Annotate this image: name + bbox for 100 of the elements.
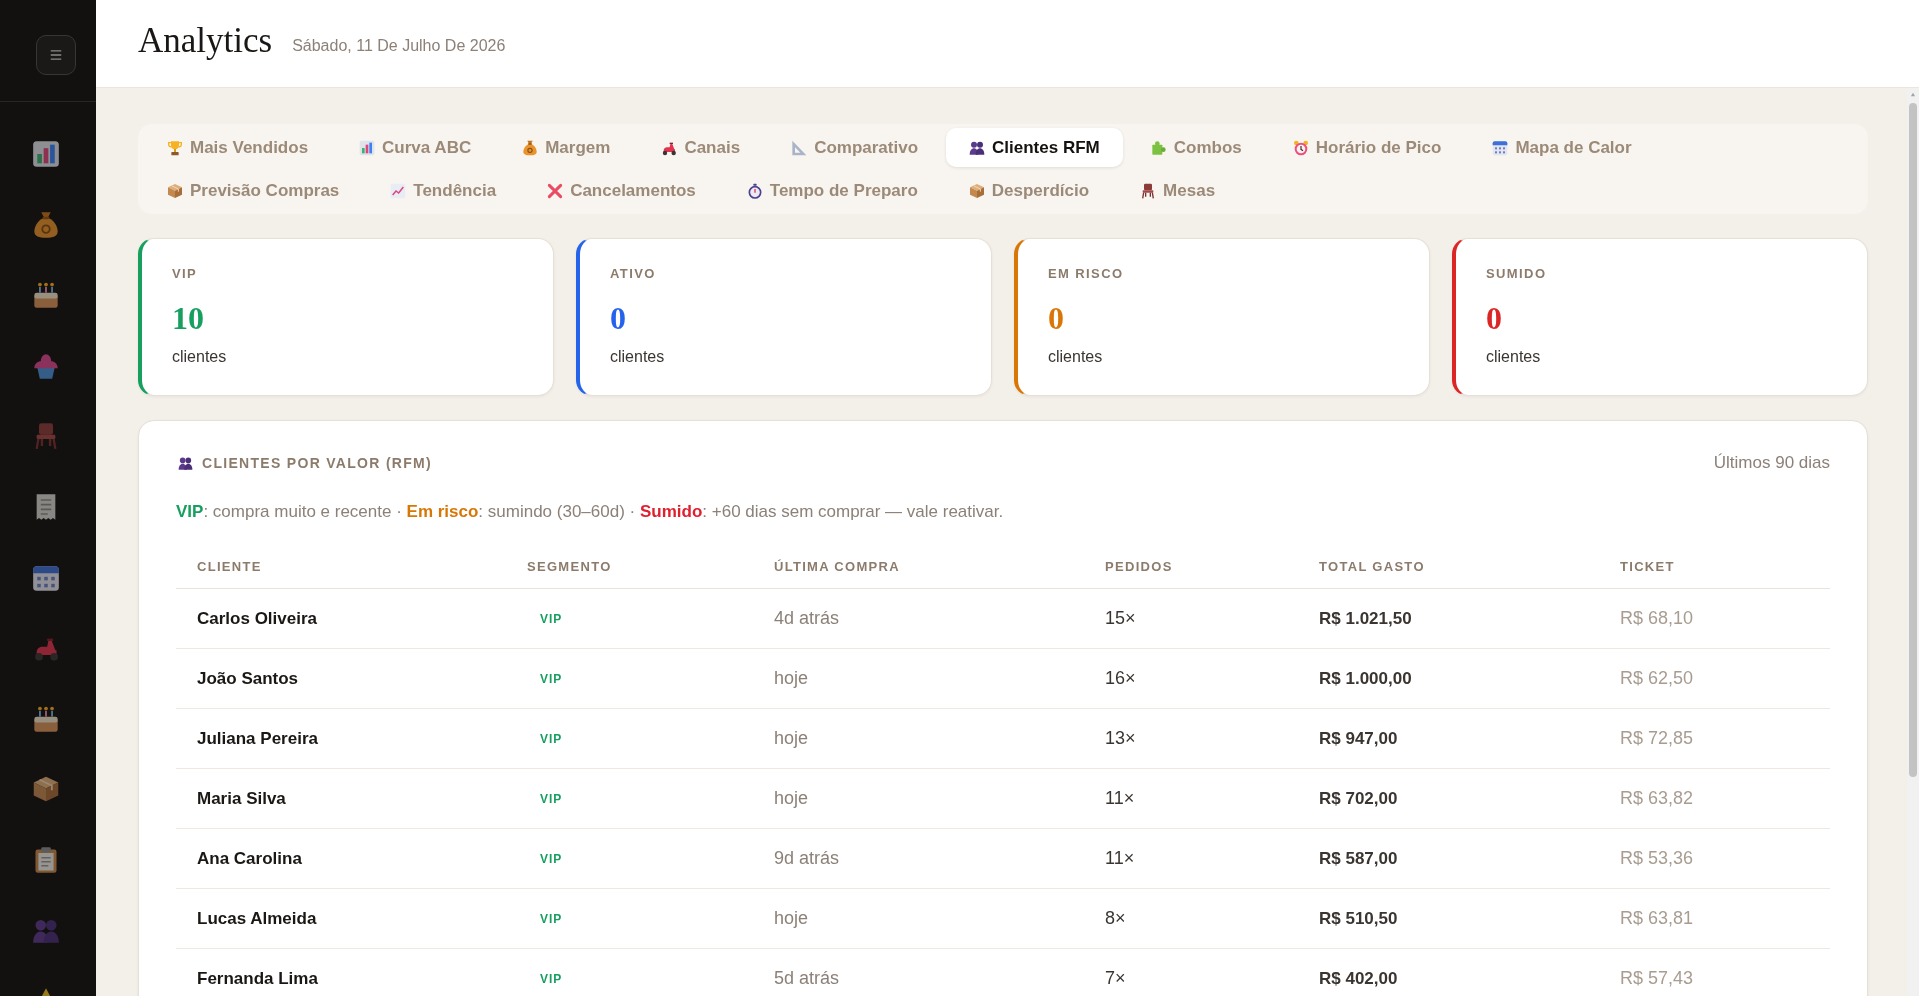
- bar-chart-icon[interactable]: [32, 140, 60, 168]
- tab[interactable]: Curva ABC: [336, 128, 495, 167]
- tab[interactable]: Previsão Compras: [144, 171, 363, 210]
- total-spent: R$ 1.021,50: [1319, 608, 1412, 629]
- column-header: TICKET: [1619, 558, 1675, 574]
- tab[interactable]: Cancelamentos: [524, 171, 719, 210]
- tab[interactable]: Tempo de Preparo: [723, 171, 941, 210]
- cross-icon: [547, 182, 564, 199]
- total-spent: R$ 510,50: [1319, 908, 1398, 929]
- ticket-value: R$ 72,85: [1620, 728, 1694, 749]
- client-name: Carlos Oliveira: [197, 608, 317, 629]
- segment-title: VIP: [172, 266, 198, 281]
- trophy-icon: [167, 139, 183, 156]
- cake-icon[interactable]: [32, 281, 60, 310]
- last-purchase-text: hoje: [774, 788, 809, 809]
- segment-label: VIP: [540, 851, 563, 866]
- order-count: 7×: [1105, 968, 1126, 989]
- tab[interactable]: Clientes RFM: [946, 128, 1123, 167]
- segment-title: EM RISCO: [1048, 266, 1124, 281]
- menu-icon: [49, 48, 63, 62]
- chair-icon: [1140, 182, 1157, 199]
- segment-caption: clientes: [1486, 348, 1541, 367]
- tab[interactable]: Combos: [1127, 128, 1265, 167]
- segment-label: VIP: [540, 611, 563, 626]
- ticket-value: R$ 53,36: [1620, 848, 1694, 869]
- tab[interactable]: Tendência: [367, 171, 520, 210]
- people-icon: [178, 455, 193, 471]
- client-name: Maria Silva: [197, 788, 286, 809]
- tab[interactable]: Canais: [638, 128, 764, 167]
- calendar-icon: [1492, 139, 1509, 156]
- client-name: Fernanda Lima: [197, 968, 318, 989]
- order-count: 16×: [1105, 668, 1136, 689]
- scroll-up-arrow-icon[interactable]: [1910, 92, 1916, 97]
- order-count: 11×: [1105, 848, 1135, 869]
- ticket-value: R$ 62,50: [1620, 668, 1694, 689]
- total-spent: R$ 587,00: [1319, 848, 1398, 869]
- last-purchase-text: hoje: [774, 728, 809, 749]
- last-purchase-text: 5d atrás: [774, 968, 840, 989]
- segment-caption: clientes: [1048, 348, 1103, 367]
- client-name: João Santos: [197, 668, 299, 689]
- last-purchase-text: hoje: [774, 908, 809, 929]
- panel-title: CLIENTES POR VALOR (RFM): [202, 455, 433, 471]
- segment-label: VIP: [540, 791, 563, 806]
- last-purchase-text: 9d atrás: [774, 848, 840, 869]
- scrollbar[interactable]: [1907, 88, 1919, 996]
- ticket-value: R$ 57,43: [1620, 968, 1694, 989]
- column-header: CLIENTE: [196, 558, 262, 574]
- order-count: 8×: [1105, 908, 1126, 929]
- client-name: Juliana Pereira: [197, 728, 318, 749]
- segment-count: 0: [1048, 301, 1064, 337]
- last-purchase-text: 4d atrás: [774, 608, 840, 629]
- column-header: PEDIDOS: [1104, 558, 1173, 574]
- segment-count: 0: [1486, 301, 1502, 337]
- stopwatch-icon: [746, 182, 763, 199]
- tab[interactable]: Comparativo: [768, 128, 942, 167]
- scrollbar-thumb[interactable]: [1909, 103, 1917, 777]
- segment-count: 10: [172, 301, 204, 337]
- segment-caption: clientes: [610, 348, 665, 367]
- box-icon[interactable]: [32, 775, 60, 804]
- page-title: Analytics: [138, 20, 273, 62]
- column-header: ÚLTIMA COMPRA: [773, 558, 900, 574]
- segment-label: VIP: [540, 911, 563, 926]
- ticket-value: R$ 63,81: [1620, 908, 1694, 929]
- period-text: Últimos 90 dias: [1713, 453, 1830, 473]
- cupcake-icon[interactable]: [32, 351, 60, 380]
- total-spent: R$ 402,00: [1319, 968, 1398, 989]
- column-header: SEGMENTO: [526, 558, 612, 574]
- tab[interactable]: Mesas: [1117, 171, 1239, 210]
- legend-text: VIP: compra muito e recente · Em risco: sumindo (30–60d) · Sumido: +60 dias sem comprar — vale reativar.: [176, 502, 1004, 522]
- line-chart-icon: [390, 182, 407, 199]
- tab[interactable]: Margem: [499, 128, 634, 167]
- cake-icon[interactable]: [32, 704, 60, 733]
- tab[interactable]: Mais Vendidos: [144, 128, 332, 167]
- client-name: Ana Carolina: [197, 848, 302, 869]
- bar-chart-icon: [359, 139, 376, 156]
- column-header: TOTAL GASTO: [1318, 558, 1425, 574]
- tab[interactable]: Mapa de Calor: [1469, 128, 1655, 167]
- date-text: Sábado, 11 De Julho De 2026: [292, 35, 506, 55]
- client-name: Lucas Almeida: [197, 908, 317, 929]
- puzzle-icon: [1150, 139, 1167, 156]
- menu-button[interactable]: [36, 35, 76, 75]
- ticket-value: R$ 68,10: [1620, 608, 1694, 629]
- segment-label: VIP: [540, 671, 563, 686]
- order-count: 15×: [1105, 608, 1136, 629]
- segment-title: ATIVO: [610, 266, 656, 281]
- last-purchase-text: hoje: [774, 668, 809, 689]
- money-bag-icon[interactable]: [32, 210, 60, 239]
- tab[interactable]: Horário de Pico: [1269, 128, 1465, 167]
- ticket-value: R$ 63,82: [1620, 788, 1694, 809]
- alarm-clock-icon: [1292, 139, 1309, 156]
- segment-caption: clientes: [172, 348, 227, 367]
- box-icon: [167, 182, 183, 199]
- segment-count: 0: [610, 301, 626, 337]
- calendar-icon[interactable]: [32, 563, 60, 592]
- tab[interactable]: Desperdício: [945, 171, 1113, 210]
- total-spent: R$ 947,00: [1319, 728, 1398, 749]
- segment-title: SUMIDO: [1486, 266, 1547, 281]
- total-spent: R$ 702,00: [1319, 788, 1398, 809]
- order-count: 13×: [1105, 728, 1136, 749]
- box-icon: [968, 182, 985, 199]
